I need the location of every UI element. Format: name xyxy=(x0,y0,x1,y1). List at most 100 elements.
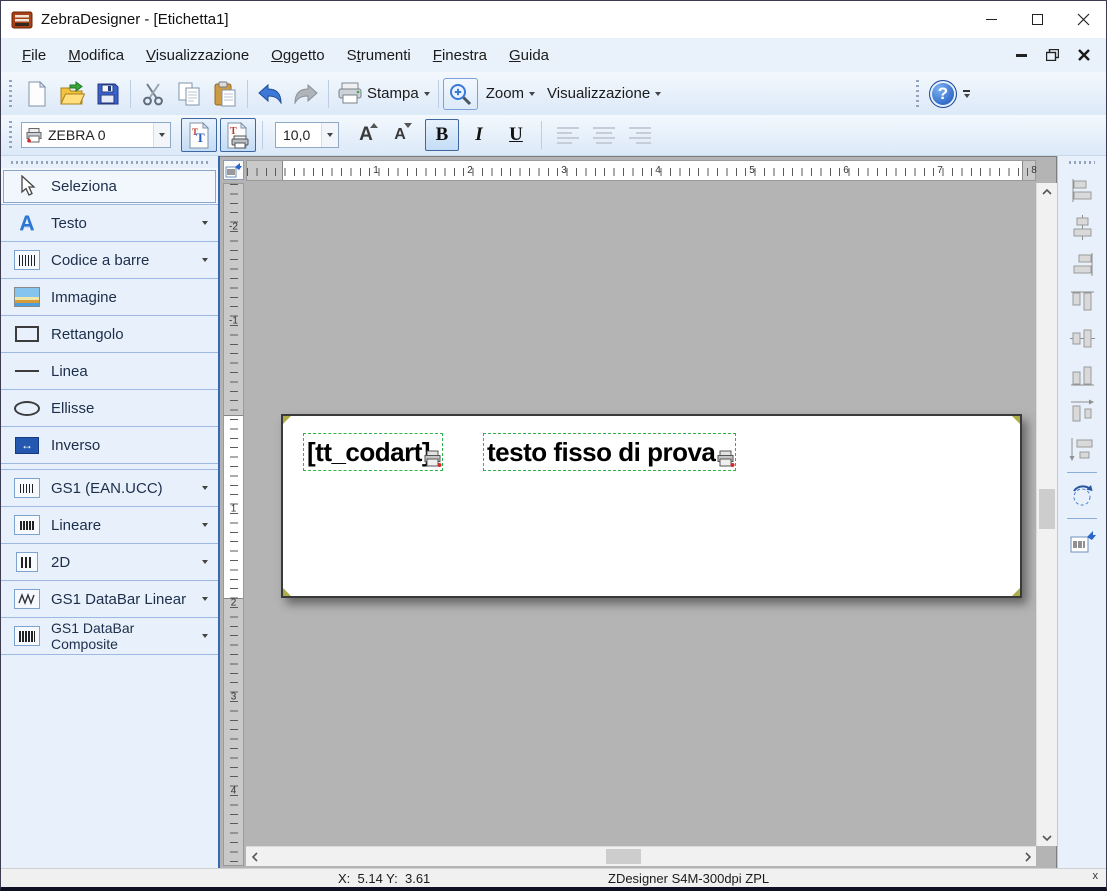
help-button[interactable]: ? xyxy=(929,79,957,108)
distribute-horizontal-button[interactable] xyxy=(1064,394,1100,431)
chevron-down-icon[interactable] xyxy=(202,523,208,527)
chevron-down-icon[interactable] xyxy=(202,258,208,262)
scroll-up-icon[interactable] xyxy=(1037,183,1057,200)
tool-gs1-ean-ucc[interactable]: GS1 (EAN.UCC) xyxy=(1,470,218,507)
menu-item-guida[interactable]: Guida xyxy=(498,42,560,69)
cut-button[interactable] xyxy=(135,77,171,111)
chevron-down-icon[interactable] xyxy=(202,486,208,490)
tool-2d[interactable]: 2D xyxy=(1,544,218,581)
tool-select[interactable]: Seleziona xyxy=(1,168,218,205)
mdi-restore-button[interactable] xyxy=(1046,49,1059,61)
chevron-down-icon[interactable] xyxy=(202,560,208,564)
bold-button[interactable]: B xyxy=(425,119,459,151)
align-objects-left-button[interactable] xyxy=(1064,172,1100,209)
toolbar-grip[interactable] xyxy=(1069,161,1095,164)
toolbox-grip[interactable] xyxy=(11,161,208,164)
menu-item-modifica[interactable]: Modifica xyxy=(57,42,135,69)
mdi-minimize-button[interactable] xyxy=(1016,53,1027,57)
align-objects-top-button[interactable] xyxy=(1064,283,1100,320)
menu-item-strumenti[interactable]: Strumenti xyxy=(336,42,422,69)
ruler-origin-button[interactable] xyxy=(223,160,244,180)
active-printer: ZDesigner S4M-300dpi ZPL xyxy=(608,871,770,886)
copy-button[interactable] xyxy=(171,77,207,111)
scroll-left-icon[interactable] xyxy=(246,847,263,866)
vertical-scroll-thumb[interactable] xyxy=(1039,489,1055,529)
label-sheet[interactable]: [tt_codart] testo fisso di prova xyxy=(281,414,1022,598)
close-button[interactable] xyxy=(1060,1,1106,38)
italic-button[interactable]: I xyxy=(462,119,496,151)
statusbar-close[interactable]: x xyxy=(1093,870,1099,882)
tool-inverse[interactable]: ↔ Inverso xyxy=(1,427,218,464)
new-document-button[interactable] xyxy=(18,77,54,111)
maximize-button[interactable] xyxy=(1014,1,1060,38)
align-text-left-button[interactable] xyxy=(550,118,586,152)
redo-button[interactable] xyxy=(288,77,324,111)
view-dropdown[interactable]: Visualizzazione xyxy=(539,85,665,102)
tool-label: Inverso xyxy=(51,436,101,454)
paste-button[interactable] xyxy=(207,77,243,111)
increase-font-button[interactable]: A xyxy=(349,119,383,151)
tool-label: Testo xyxy=(51,214,87,232)
horizontal-ruler: 1 2 3 4 5 6 7 8 xyxy=(246,160,1037,181)
close-icon xyxy=(1077,13,1089,26)
tool-line[interactable]: Linea xyxy=(1,353,218,390)
align-objects-right-button[interactable] xyxy=(1064,246,1100,283)
menu-item-oggetto[interactable]: Oggetto xyxy=(260,42,335,69)
toolbar-options-arrow-icon xyxy=(963,93,970,98)
decrease-font-button[interactable]: A xyxy=(383,119,417,151)
menu-item-finestra[interactable]: Finestra xyxy=(422,42,498,69)
zoom-dropdown[interactable]: Zoom xyxy=(478,85,539,102)
chevron-down-icon[interactable] xyxy=(202,597,208,601)
tool-image[interactable]: Immagine xyxy=(1,279,218,316)
underline-button[interactable]: U xyxy=(499,119,533,151)
print-button[interactable]: Stampa xyxy=(333,82,434,105)
scroll-right-icon[interactable] xyxy=(1019,847,1036,866)
rotate-button[interactable] xyxy=(1064,477,1100,514)
printer-select-arrow[interactable] xyxy=(153,123,170,147)
distribute-vertical-button[interactable] xyxy=(1064,431,1100,468)
tool-ellipse[interactable]: Ellisse xyxy=(1,390,218,427)
text-object-variable[interactable]: [tt_codart] xyxy=(303,433,443,471)
save-button[interactable] xyxy=(90,77,126,111)
font-size-arrow[interactable] xyxy=(321,123,338,147)
toolbar-grip[interactable] xyxy=(916,79,919,108)
minimize-button[interactable] xyxy=(968,1,1014,38)
undo-button[interactable] xyxy=(252,77,288,111)
design-canvas[interactable]: [tt_codart] testo fisso di prova xyxy=(246,183,1036,846)
align-text-center-button[interactable] xyxy=(586,118,622,152)
tool-databar-composite[interactable]: GS1 DataBar Composite xyxy=(1,618,218,655)
align-objects-middle-button[interactable] xyxy=(1064,320,1100,357)
align-objects-bottom-button[interactable] xyxy=(1064,357,1100,394)
print-dropdown-icon[interactable] xyxy=(423,91,430,96)
tool-linear[interactable]: Lineare xyxy=(1,507,218,544)
tool-databar-linear[interactable]: GS1 DataBar Linear xyxy=(1,581,218,618)
scroll-down-icon[interactable] xyxy=(1037,829,1057,846)
truetype-fonts-toggle[interactable]: T T xyxy=(181,118,217,152)
ruler-number: 4 xyxy=(655,165,661,176)
align-objects-center-button[interactable] xyxy=(1064,209,1100,246)
menu-item-file[interactable]: File xyxy=(11,42,57,69)
horizontal-scroll-thumb[interactable] xyxy=(606,849,641,864)
horizontal-scrollbar[interactable] xyxy=(246,846,1036,866)
toolbar-grip[interactable] xyxy=(9,121,12,149)
align-text-right-button[interactable] xyxy=(622,118,658,152)
toolbar-separator xyxy=(1067,518,1097,519)
tool-rectangle[interactable]: Rettangolo xyxy=(1,316,218,353)
zoom-dropdown-icon xyxy=(529,91,536,96)
label-setup-button[interactable] xyxy=(1064,523,1100,560)
mdi-close-button[interactable] xyxy=(1078,49,1090,61)
printer-select[interactable]: ZEBRA 0 xyxy=(21,122,171,148)
zoom-button[interactable] xyxy=(442,77,478,110)
tool-barcode[interactable]: Codice a barre xyxy=(1,242,218,279)
font-size-select[interactable]: 10,0 xyxy=(275,122,339,148)
menu-item-visualizzazione[interactable]: Visualizzazione xyxy=(135,42,260,69)
text-object-fixed[interactable]: testo fisso di prova xyxy=(483,433,736,471)
tool-text[interactable]: A Testo xyxy=(1,205,218,242)
chevron-down-icon[interactable] xyxy=(202,634,208,638)
toolbar-grip[interactable] xyxy=(9,79,12,108)
chevron-down-icon[interactable] xyxy=(202,221,208,225)
vertical-scrollbar[interactable] xyxy=(1036,183,1057,846)
toolbar-options-button[interactable] xyxy=(963,89,970,98)
printer-fonts-toggle[interactable]: T xyxy=(220,118,256,152)
open-button[interactable] xyxy=(54,77,90,111)
